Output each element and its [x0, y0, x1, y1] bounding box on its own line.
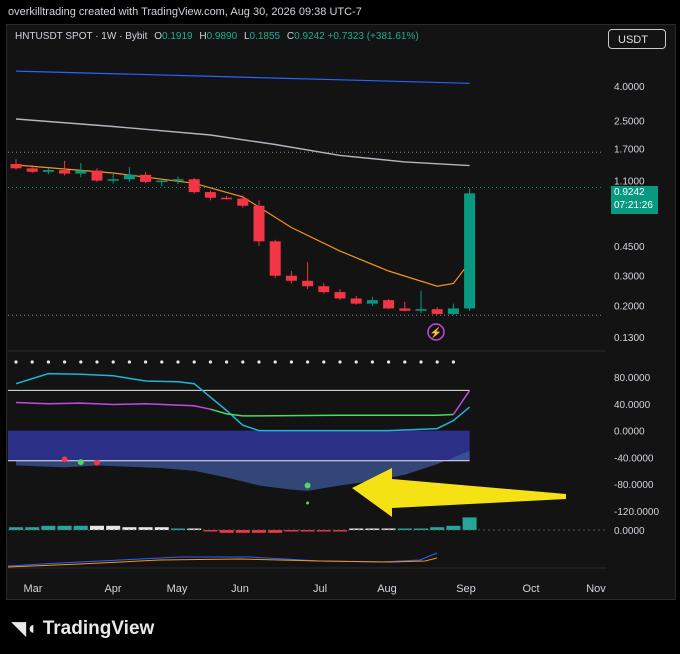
symbol-name: HNTUSDT SPOT · 1W · Bybit	[15, 31, 148, 42]
open-value: 0.1919	[161, 31, 193, 42]
change-value: +0.7323 (+381.61%)	[327, 31, 419, 42]
symbol-ohlc-legend: HNTUSDT SPOT · 1W · Bybit O0.1919 H0.989…	[15, 31, 419, 42]
logo-text: TradingView	[42, 618, 155, 639]
tradingview-logo-icon: ◥◖	[12, 618, 37, 638]
open-label: O	[154, 31, 162, 42]
last-price: 0.9242	[614, 187, 645, 198]
chart-frame	[6, 24, 676, 600]
high-label: H	[199, 31, 207, 42]
chart-attribution: overkilltrading created with TradingView…	[8, 6, 362, 18]
low-value: 0.1855	[249, 31, 281, 42]
last-price-badge: 0.9242 07:21:26	[611, 186, 658, 214]
tradingview-logo: ◥◖ TradingView	[12, 618, 154, 640]
close-value: 0.9242	[294, 31, 325, 42]
bar-countdown: 07:21:26	[614, 200, 653, 211]
high-value: 0.9890	[206, 31, 238, 42]
currency-button[interactable]: USDT	[608, 29, 666, 49]
